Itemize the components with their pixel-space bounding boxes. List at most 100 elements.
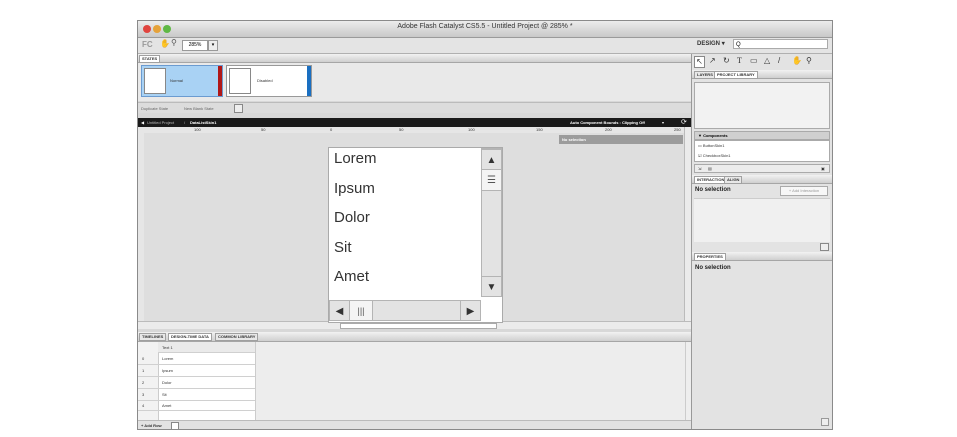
table-cell[interactable]: Sit <box>158 389 255 401</box>
tab-common-library[interactable]: COMMON LIBRARY <box>215 333 259 341</box>
delete-icon[interactable]: ▣ <box>821 166 825 171</box>
table-cell[interactable]: Lorem <box>158 353 255 365</box>
table-cell[interactable]: Amet <box>158 401 255 411</box>
tab-align[interactable]: ALIGN <box>724 176 743 184</box>
new-folder-icon[interactable]: ▤ <box>708 166 712 171</box>
state-thumbnail <box>229 68 251 94</box>
list-item[interactable]: ▭ ButtonSkin1 <box>698 143 724 148</box>
zoom-level-input[interactable]: 285% <box>182 40 208 51</box>
list-item-label: ButtonSkin1 <box>702 143 725 148</box>
states-action-bar: Duplicate State New Blank State <box>138 102 691 113</box>
component-bounds-dropdown[interactable]: Auto Component Bounds : Clipping Off <box>570 118 645 127</box>
library-footer: ⇲ ▤ ▣ <box>694 164 830 173</box>
scroll-left-arrow-icon[interactable]: ◀ <box>329 300 350 321</box>
ruler-tick: 100 <box>194 127 201 132</box>
data-list-component[interactable]: Lorem Ipsum Dolor Sit Amet ▲ ☰ ▼ ◀ ||| ▶ <box>328 147 503 323</box>
resize-grip-icon[interactable] <box>821 418 829 426</box>
list-vertical-scrollbar[interactable]: ▲ ☰ ▼ <box>481 148 502 297</box>
zoom-tool-icon[interactable]: ⚲ <box>806 56 812 65</box>
components-list: ▭ ButtonSkin1 ☑ CheckboxSkin1 <box>694 140 830 162</box>
chevron-down-icon[interactable]: ▾ <box>662 118 664 127</box>
ruler-tick: 100 <box>468 127 475 132</box>
list-item[interactable]: ☑ CheckboxSkin1 <box>698 153 731 158</box>
row-index: 3 <box>138 389 158 401</box>
state-label: Disabled <box>257 78 273 83</box>
state-color-bar <box>307 66 311 96</box>
state-label: Normal <box>170 78 183 83</box>
list-horizontal-scrollbar[interactable]: ◀ ||| ▶ <box>329 300 481 321</box>
table-cell[interactable]: Dolor <box>158 377 255 389</box>
layers-panel-tabs: LAYERS PROJECT LIBRARY <box>692 70 832 79</box>
tab-states[interactable]: STATES <box>139 55 161 63</box>
scroll-down-arrow-icon[interactable]: ▼ <box>481 276 502 297</box>
tab-layers[interactable]: LAYERS <box>694 71 716 79</box>
refresh-icon[interactable]: ⟳ <box>681 118 687 127</box>
states-panel: Normal Disabled <box>138 63 691 101</box>
scrollbar-thumb[interactable] <box>340 323 497 329</box>
interactions-selection-label: No selection <box>695 187 731 193</box>
hand-tool-icon[interactable]: ✋ <box>792 56 802 65</box>
bottom-panel-tabs: TIMELINES DESIGN-TIME DATA COMMON LIBRAR… <box>138 332 691 342</box>
selection-info: No selection <box>559 135 683 144</box>
properties-selection-label: No selection <box>695 265 731 271</box>
zoom-dropdown-button[interactable]: ▾ <box>208 40 218 51</box>
workspace-label: DESIGN <box>697 41 721 47</box>
direct-selection-tool-icon[interactable]: ↗ <box>709 56 716 65</box>
list-item-label: CheckboxSkin1 <box>702 153 731 158</box>
selection-tool-icon[interactable]: ↖ <box>694 56 705 68</box>
list-item[interactable]: Dolor <box>334 209 370 226</box>
list-item[interactable]: Ipsum <box>334 180 375 197</box>
list-item[interactable]: Sit <box>334 239 352 256</box>
scroll-right-arrow-icon[interactable]: ▶ <box>460 300 481 321</box>
window-title: Adobe Flash Catalyst CS5.5 - Untitled Pr… <box>397 23 573 30</box>
column-header[interactable]: Text 1 <box>158 342 255 353</box>
tab-properties[interactable]: PROPERTIES <box>694 253 726 261</box>
import-icon[interactable]: ⇲ <box>698 166 701 171</box>
state-disabled[interactable]: Disabled <box>226 65 312 97</box>
search-input[interactable]: Q <box>733 39 828 49</box>
scroll-up-arrow-icon[interactable]: ▲ <box>481 149 502 170</box>
row-index: 4 <box>138 401 158 411</box>
list-item[interactable]: Amet <box>334 268 369 285</box>
line-tool-icon[interactable]: / <box>778 56 780 65</box>
state-color-bar <box>218 66 222 96</box>
components-header[interactable]: ▼ Components <box>694 131 830 140</box>
tab-timelines[interactable]: TIMELINES <box>139 333 167 341</box>
state-thumbnail <box>144 68 166 94</box>
delete-row-icon[interactable] <box>171 422 179 429</box>
breadcrumb-project[interactable]: Untitled Project <box>147 118 174 127</box>
delete-state-icon[interactable] <box>234 104 243 113</box>
breadcrumb-current: DataListSkin1 <box>190 120 217 125</box>
hand-tool-icon[interactable]: ✋ <box>160 39 170 48</box>
rectangle-tool-icon[interactable]: ▭ <box>750 56 758 65</box>
scroll-thumb-grip-icon[interactable]: ☰ <box>481 169 502 191</box>
delete-interaction-icon[interactable] <box>820 243 829 251</box>
list-item[interactable]: Lorem <box>334 150 377 167</box>
checkbox-skin-icon: ☑ <box>698 153 702 158</box>
state-normal[interactable]: Normal <box>141 65 223 97</box>
add-interaction-button[interactable]: + Add Interaction <box>780 186 828 196</box>
fc-logo: FC <box>142 40 153 49</box>
breadcrumb: ◀ Untitled Project / DataListSkin1 Auto … <box>138 118 691 127</box>
search-icon: Q <box>736 42 741 48</box>
duplicate-state-button[interactable]: Duplicate State <box>141 106 168 111</box>
main-toolbar <box>138 38 832 54</box>
app-window: Adobe Flash Catalyst CS5.5 - Untitled Pr… <box>137 20 833 430</box>
workspace-switcher[interactable]: DESIGN ▾ <box>697 40 725 47</box>
interactions-panel-tabs: INTERACTIONS ALIGN <box>692 175 832 184</box>
table-cell[interactable]: Ipsum <box>158 365 255 377</box>
ruler-tick: 250 <box>674 127 681 132</box>
tools-bar: ↖ ↗ ↻ T ▭ △ / ✋ ⚲ <box>694 56 830 68</box>
scroll-thumb-grip-icon[interactable]: ||| <box>349 300 373 321</box>
shape-tool-icon[interactable]: △ <box>764 56 770 65</box>
new-blank-state-button[interactable]: New Blank State <box>184 106 214 111</box>
grid-empty-area <box>255 342 686 420</box>
tab-project-library[interactable]: PROJECT LIBRARY <box>714 71 758 79</box>
add-row-button[interactable]: + Add Row <box>141 423 162 428</box>
tab-design-time-data[interactable]: DESIGN-TIME DATA <box>168 333 212 341</box>
back-arrow-icon[interactable]: ◀ <box>141 118 144 127</box>
text-tool-icon[interactable]: T <box>737 56 742 65</box>
chevron-down-icon: ▼ <box>698 133 702 138</box>
transform-tool-icon[interactable]: ↻ <box>723 56 730 65</box>
zoom-tool-icon[interactable]: ⚲ <box>171 38 177 47</box>
